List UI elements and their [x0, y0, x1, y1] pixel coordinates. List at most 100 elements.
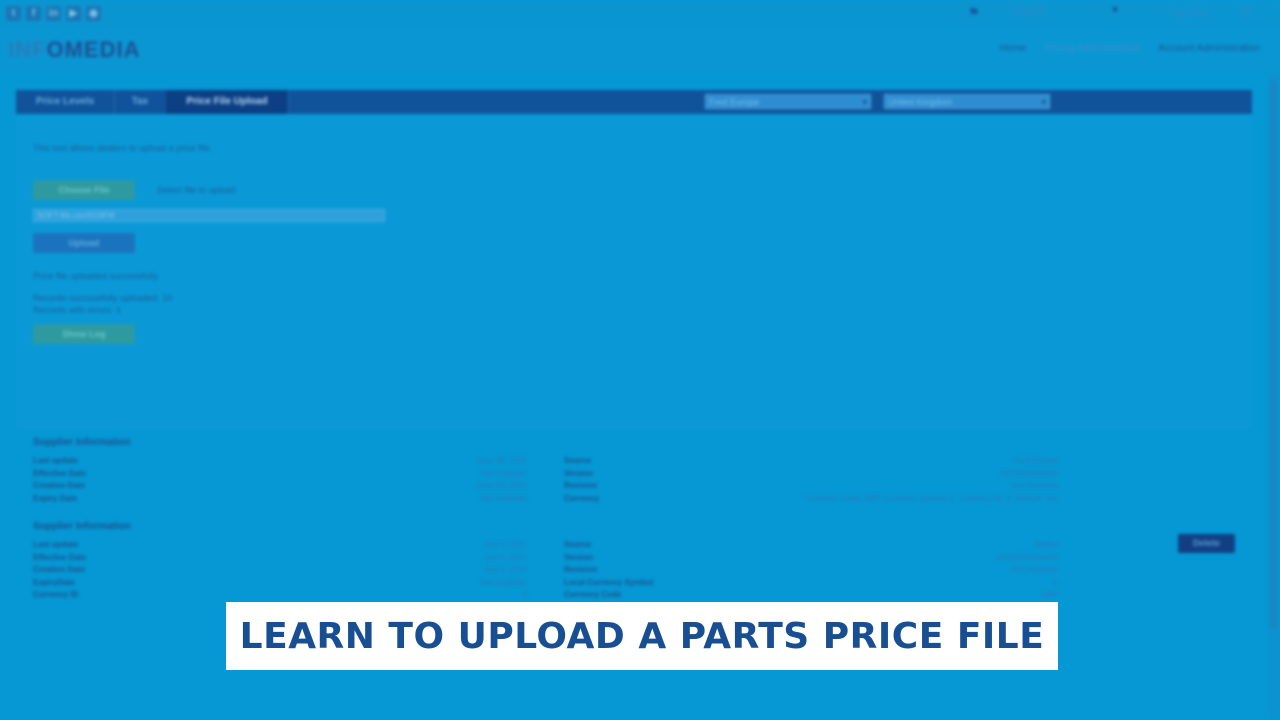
nav-item-pricing-administration[interactable]: Pricing Administration — [1044, 43, 1140, 54]
info-row: Local Currency Symbol £ — [564, 578, 1058, 590]
info-row: ExpiryDate Not Available — [33, 578, 527, 590]
section-title: Supplier Information — [33, 521, 131, 532]
info-key: Source — [564, 456, 592, 465]
info-row: Creation Date July 5, 2021 — [33, 565, 527, 577]
linkedin-icon[interactable]: in — [46, 6, 61, 21]
info-row: Last update July 5, 2021 — [33, 540, 527, 552]
info-key: Revision — [564, 565, 598, 574]
chevron-down-icon: ▾ — [1041, 97, 1046, 107]
info-value: Ford Europe — [1013, 456, 1058, 465]
info-value: Not Available — [480, 577, 527, 587]
tab-price-file-upload[interactable]: Price File Upload — [166, 90, 289, 114]
main-panel: Price Levels Tax Price File Upload Ford … — [16, 90, 1252, 430]
tab-bar: Price Levels Tax Price File Upload Ford … — [16, 90, 1252, 114]
title-banner: LEARN TO UPLOAD A PARTS PRICE FILE — [226, 602, 1058, 670]
info-row: Version 2021060800000 — [564, 469, 1058, 481]
info-value: Not Available — [1011, 565, 1058, 574]
info-row: Version 20210705000000 — [564, 553, 1058, 565]
section-title: Supplier Information — [33, 437, 131, 448]
top-utility-bar: t f in ▶ ◉ ⚑ English ▼ Log Out ☷ — [0, 0, 1280, 27]
nav-item-home[interactable]: Home — [999, 43, 1026, 54]
language-select-value: English — [1012, 6, 1045, 17]
info-key: Currency — [564, 493, 600, 503]
info-value: 2 — [522, 590, 527, 599]
info-key: Currency ID — [33, 590, 79, 599]
upload-description: This tool allows dealers to upload a pri… — [33, 143, 213, 153]
chevron-down-icon: ▾ — [862, 97, 867, 107]
file-path-input[interactable]: SOFT-file.csv2019FM — [33, 209, 385, 222]
info-key: Version — [564, 468, 593, 478]
info-row: Creation Date June 03, 2021 — [33, 481, 527, 493]
info-row: Effective Date July 5, 2021 — [33, 553, 527, 565]
info-key: Expiry Date — [33, 493, 78, 503]
info-value: June 03, 2021 — [476, 481, 527, 490]
info-value: Not Available — [1011, 481, 1058, 490]
language-select[interactable]: English ▼ — [1012, 5, 1120, 17]
upload-button[interactable]: Upload — [33, 233, 135, 253]
facebook-icon[interactable]: f — [26, 6, 41, 21]
info-row: Currency Currency Code: GBP, Currency Sym… — [564, 494, 1058, 506]
info-value: July 5, 2021 — [483, 540, 527, 549]
info-key: Local Currency Symbol — [564, 577, 654, 587]
info-row: Source Dealer — [564, 540, 1058, 552]
social-links: t f in ▶ ◉ — [6, 6, 101, 21]
scrollbar-thumb[interactable] — [1270, 80, 1277, 630]
supplier-info-section: Supplier Information Last update June 08, … — [16, 437, 1252, 519]
country-select[interactable]: United Kingdom ▾ — [884, 94, 1050, 109]
info-value: 20210705000000 — [995, 552, 1058, 562]
region-select[interactable]: Ford Europe ▾ — [705, 94, 871, 109]
info-value: Not Available — [480, 493, 527, 503]
choose-file-button[interactable]: Choose File — [33, 180, 135, 200]
info-key: Creation Date — [33, 565, 86, 574]
info-row: Currency ID 2 — [33, 590, 527, 602]
info-row: Currency Code GBP — [564, 590, 1058, 602]
info-key: Currency Code — [564, 590, 622, 599]
info-row: Last update June 08, 2021 — [33, 456, 527, 468]
info-row: Effective Date Not Available — [33, 469, 527, 481]
info-row: Expiry Date Not Available — [33, 494, 527, 506]
upload-success-message: Price file uploaded successfully. — [33, 271, 160, 281]
rss-icon[interactable]: ◉ — [86, 6, 101, 21]
info-key: Creation Date — [33, 481, 86, 490]
info-value: £ — [1053, 577, 1058, 587]
info-value: Dealer — [1034, 540, 1058, 549]
supplier-info-section: Supplier Information Last update July 5, 2… — [16, 521, 1252, 603]
info-row: Revision Not Available — [564, 481, 1058, 493]
info-key: Version — [564, 552, 593, 562]
language-flag-icon: ⚑ — [968, 5, 980, 20]
info-key: Revision — [564, 481, 598, 490]
banner-title: LEARN TO UPLOAD A PARTS PRICE FILE — [239, 615, 1045, 657]
info-value: Not Available — [480, 468, 527, 478]
info-key: ExpiryDate — [33, 577, 75, 587]
sitemap-icon[interactable]: ☷ — [1240, 4, 1252, 20]
logout-link[interactable]: Log Out — [1170, 8, 1206, 19]
info-value: June 08, 2021 — [476, 456, 527, 465]
youtube-icon[interactable]: ▶ — [66, 6, 81, 21]
site-header: INFOMEDIA Home Pricing Administration Acco… — [0, 27, 1280, 72]
info-key: Source — [564, 540, 592, 549]
show-log-button[interactable]: Show Log — [33, 324, 135, 344]
info-row: Revision Not Available — [564, 565, 1058, 577]
info-value: July 5, 2021 — [483, 565, 527, 574]
nav-item-account-administration[interactable]: Account Administration — [1158, 43, 1260, 54]
delete-button[interactable]: Delete — [1178, 534, 1235, 553]
chevron-down-icon: ▼ — [1110, 5, 1120, 16]
region-select-value: Ford Europe — [709, 97, 760, 107]
tab-price-levels[interactable]: Price Levels — [16, 90, 115, 114]
select-file-label: Select file to upload — [157, 185, 236, 195]
info-value: Currency Code: GBP, Currency Symbol: £, … — [806, 493, 1058, 503]
info-value: GBP — [1041, 590, 1058, 599]
info-value: July 5, 2021 — [483, 552, 527, 562]
tab-tax[interactable]: Tax — [114, 90, 167, 114]
info-key: Last update — [33, 540, 78, 549]
country-select-value: United Kingdom — [888, 97, 953, 107]
info-key: Last update — [33, 456, 78, 465]
main-nav: Home Pricing Administration Account Admini… — [999, 43, 1260, 54]
infomedia-logo[interactable]: INFOMEDIA — [8, 37, 140, 63]
info-key: Effective Date — [33, 468, 86, 478]
records-ok-count: Records successfully uploaded: 10 — [33, 293, 173, 303]
twitter-icon[interactable]: t — [6, 6, 21, 21]
info-value: 2021060800000 — [1000, 468, 1058, 478]
records-error-count: Records with errors: 1 — [33, 305, 122, 315]
info-row: Source Ford Europe — [564, 456, 1058, 468]
